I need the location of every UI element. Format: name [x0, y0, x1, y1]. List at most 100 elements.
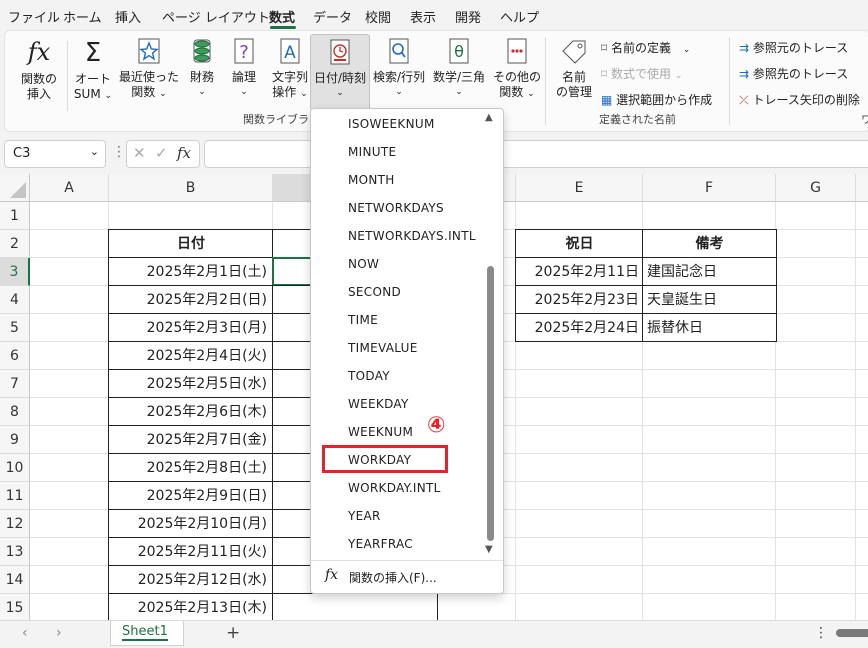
math-trig-button[interactable]: θ 数学/三角 ⌄ [430, 37, 488, 100]
more-options-icon[interactable]: ⋮ [814, 625, 828, 641]
date-cell[interactable]: 2025年2月2日(日) [108, 285, 274, 314]
holiday-note-cell[interactable]: 振替休日 [642, 313, 777, 342]
holiday-date-cell[interactable]: 2025年2月11日 [515, 257, 644, 286]
lookup-button[interactable]: 検索/行列 ⌄ [371, 37, 427, 100]
scroll-up-icon[interactable]: ▲ [485, 112, 493, 123]
date-header-cell[interactable]: 日付 [108, 229, 274, 258]
date-cell[interactable]: 2025年2月9日(日) [108, 481, 274, 510]
define-name-button[interactable]: ⌑ 名前の定義 ⌄ [601, 39, 690, 56]
function-item-yearfrac[interactable]: YEARFRAC [348, 537, 413, 551]
function-item-networkdays-intl[interactable]: NETWORKDAYS.INTL [348, 229, 476, 243]
row-header-13[interactable]: 13 [0, 538, 30, 566]
row-header-10[interactable]: 10 [0, 454, 30, 482]
column-header-b[interactable]: B [109, 174, 273, 202]
date-cell[interactable]: 2025年2月5日(水) [108, 369, 274, 398]
insert-function-menu-item[interactable]: fx 関数の挿入(F)... [325, 567, 495, 587]
prev-sheet-icon[interactable]: ‹ [22, 625, 28, 641]
function-item-month[interactable]: MONTH [348, 173, 395, 187]
result-cell[interactable] [272, 593, 438, 620]
recently-used-button[interactable]: 最近使った 関数 ⌄ [117, 37, 181, 102]
tab-file[interactable]: ファイル [8, 7, 60, 26]
function-item-workday-intl[interactable]: WORKDAY.INTL [348, 481, 441, 495]
row-header-3[interactable]: 3 [0, 258, 30, 286]
next-sheet-icon[interactable]: › [56, 625, 62, 641]
function-item-today[interactable]: TODAY [348, 369, 390, 383]
tab-data[interactable]: データ [313, 7, 352, 26]
row-header-15[interactable]: 15 [0, 594, 30, 620]
row-header-4[interactable]: 4 [0, 286, 30, 314]
column-header-g[interactable]: G [776, 174, 856, 202]
date-cell[interactable]: 2025年2月3日(月) [108, 313, 274, 342]
row-header-12[interactable]: 12 [0, 510, 30, 538]
row-header-6[interactable]: 6 [0, 342, 30, 370]
autosum-button[interactable]: Σ オート SUM ⌄ [71, 37, 115, 104]
tab-view[interactable]: 表示 [410, 7, 436, 26]
date-cell[interactable]: 2025年2月7日(金) [108, 425, 274, 454]
vertical-dots-icon[interactable]: ⋮ [112, 144, 126, 160]
name-box[interactable]: C3 ⌄ [4, 140, 106, 168]
add-sheet-button[interactable]: + [226, 623, 240, 643]
logical-button[interactable]: ? 論理 ⌄ [225, 37, 263, 100]
tab-help[interactable]: ヘルプ [500, 7, 539, 26]
row-header-11[interactable]: 11 [0, 482, 30, 510]
function-item-weeknum[interactable]: WEEKNUM [348, 425, 413, 439]
chevron-down-icon[interactable]: ⌄ [90, 145, 99, 158]
tab-home[interactable]: ホーム [63, 7, 102, 26]
date-cell[interactable]: 2025年2月6日(木) [108, 397, 274, 426]
column-header-a[interactable]: A [30, 174, 109, 202]
holiday-date-cell[interactable]: 2025年2月23日 [515, 285, 644, 314]
insert-function-button[interactable]: fx 関数の 挿入 [11, 37, 67, 102]
holiday-note-cell[interactable]: 建国記念日 [642, 257, 777, 286]
date-cell[interactable]: 2025年2月10日(月) [108, 509, 274, 538]
column-header-h[interactable] [856, 174, 868, 202]
trace-precedents-button[interactable]: ⇉ 参照元のトレース [739, 39, 848, 56]
sheet-tab-sheet1[interactable]: Sheet1 [110, 621, 184, 646]
date-cell[interactable]: 2025年2月4日(火) [108, 341, 274, 370]
row-header-2[interactable]: 2 [0, 230, 30, 258]
tab-formulas[interactable]: 数式 [269, 7, 295, 26]
tab-review[interactable]: 校閲 [365, 7, 391, 26]
row-header-1[interactable]: 1 [0, 202, 30, 230]
function-item-timevalue[interactable]: TIMEVALUE [348, 341, 418, 355]
tab-page-layout[interactable]: ページ レイアウト [162, 7, 270, 26]
row-header-14[interactable]: 14 [0, 566, 30, 594]
row-header-5[interactable]: 5 [0, 314, 30, 342]
column-header-e[interactable]: E [516, 174, 643, 202]
tab-developer[interactable]: 開発 [455, 7, 481, 26]
insert-function-fx-icon[interactable]: fx [177, 144, 191, 162]
create-from-selection-button[interactable]: ▦ 選択範囲から作成 [601, 91, 712, 108]
more-functions-button[interactable]: その他の 関数 ⌄ [489, 37, 545, 102]
note-header-cell[interactable]: 備考 [642, 229, 777, 258]
date-cell[interactable]: 2025年2月12日(水) [108, 565, 274, 594]
remove-arrows-button[interactable]: ⤫ トレース矢印の削除 [739, 91, 860, 108]
holiday-date-cell[interactable]: 2025年2月24日 [515, 313, 644, 342]
enter-icon[interactable]: ✓ [155, 144, 168, 162]
function-item-time[interactable]: TIME [348, 313, 378, 327]
name-manager-button[interactable]: 名前 の管理 [550, 37, 598, 100]
function-item-minute[interactable]: MINUTE [348, 145, 396, 159]
financial-button[interactable]: 財務 ⌄ [183, 37, 221, 100]
date-cell[interactable]: 2025年2月8日(土) [108, 453, 274, 482]
function-item-isoweeknum[interactable]: ISOWEEKNUM [348, 117, 435, 131]
dropdown-scroll-thumb[interactable] [487, 266, 494, 541]
function-item-weekday[interactable]: WEEKDAY [348, 397, 409, 411]
function-item-second[interactable]: SECOND [348, 285, 401, 299]
row-header-7[interactable]: 7 [0, 370, 30, 398]
row-header-8[interactable]: 8 [0, 398, 30, 426]
datetime-button[interactable]: 日付/時刻 ⌄ [310, 34, 370, 110]
horizontal-scroll-thumb[interactable] [836, 629, 868, 637]
trace-dependents-button[interactable]: ⇉ 参照先のトレース [739, 65, 848, 82]
holiday-header-cell[interactable]: 祝日 [515, 229, 644, 258]
date-cell[interactable]: 2025年2月13日(木) [108, 593, 274, 620]
holiday-note-cell[interactable]: 天皇誕生日 [642, 285, 777, 314]
function-item-year[interactable]: YEAR [348, 509, 381, 523]
row-header-9[interactable]: 9 [0, 426, 30, 454]
tab-insert[interactable]: 挿入 [115, 7, 141, 26]
use-in-formula-button[interactable]: ⌑ 数式で使用 ⌄ [601, 65, 682, 82]
column-header-f[interactable]: F [643, 174, 776, 202]
date-cell[interactable]: 2025年2月11日(火) [108, 537, 274, 566]
date-cell[interactable]: 2025年2月1日(土) [108, 257, 274, 286]
function-item-networkdays[interactable]: NETWORKDAYS [348, 201, 444, 215]
text-functions-button[interactable]: A 文字列 操作 ⌄ [267, 37, 313, 102]
scroll-down-icon[interactable]: ▼ [485, 544, 493, 555]
